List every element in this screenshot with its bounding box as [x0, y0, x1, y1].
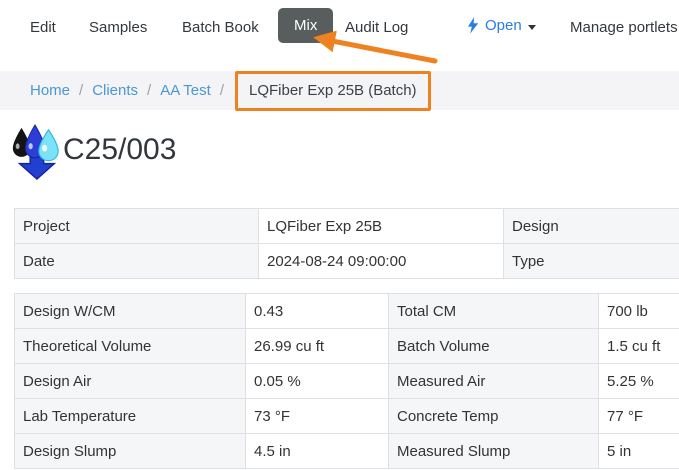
- measured-slump-value: 5 in: [599, 434, 679, 469]
- theoretical-volume-value: 26.99 cu ft: [246, 329, 389, 364]
- batch-info-table: Project LQFiber Exp 25B Design Date 2024…: [14, 208, 679, 279]
- nav-item-manage-portlets[interactable]: Manage portlets: [570, 19, 678, 36]
- concrete-temp-value: 77 °F: [599, 399, 679, 434]
- design-slump-value: 4.5 in: [246, 434, 389, 469]
- breadcrumb: Home / Clients / AA Test / LQFiber Exp 2…: [0, 71, 679, 110]
- breadcrumb-link-clients[interactable]: Clients: [92, 82, 138, 99]
- type-label: Type: [504, 244, 679, 279]
- concrete-temp-label: Concrete Temp: [389, 399, 599, 434]
- table-row: Project LQFiber Exp 25B Design: [15, 209, 679, 244]
- measured-slump-label: Measured Slump: [389, 434, 599, 469]
- caret-down-icon: [528, 25, 536, 30]
- design-label: Design: [504, 209, 679, 244]
- lab-temperature-value: 73 °F: [246, 399, 389, 434]
- project-label: Project: [15, 209, 259, 244]
- measured-air-label: Measured Air: [389, 364, 599, 399]
- nav-item-batch-book[interactable]: Batch Book: [182, 19, 259, 36]
- design-wcm-value: 0.43: [246, 294, 389, 329]
- breadcrumb-separator: /: [147, 82, 151, 99]
- annotation-box: LQFiber Exp 25B (Batch): [235, 71, 431, 111]
- breadcrumb-link-aa-test[interactable]: AA Test: [160, 82, 211, 99]
- date-value: 2024-08-24 09:00:00: [259, 244, 504, 279]
- batch-volume-value: 1.5 cu ft: [599, 329, 679, 364]
- design-air-value: 0.05 %: [246, 364, 389, 399]
- nav-item-mix-active[interactable]: Mix: [278, 8, 333, 43]
- droplets-logo: [8, 123, 62, 183]
- top-navigation: Edit Samples Batch Book Mix Audit Log Op…: [0, 0, 679, 62]
- project-value: LQFiber Exp 25B: [259, 209, 504, 244]
- breadcrumb-current: LQFiber Exp 25B (Batch): [249, 82, 417, 99]
- mix-measurements-table: Design W/CM 0.43 Total CM 700 lb Theoret…: [14, 293, 679, 469]
- nav-item-audit-log[interactable]: Audit Log: [345, 19, 408, 36]
- table-row: Theoretical Volume 26.99 cu ft Batch Vol…: [15, 329, 679, 364]
- mix-batch-page: { "nav": { "edit": "Edit", "samples": "S…: [0, 0, 679, 470]
- design-slump-label: Design Slump: [15, 434, 246, 469]
- breadcrumb-link-home[interactable]: Home: [30, 82, 70, 99]
- total-cm-value: 700 lb: [599, 294, 679, 329]
- table-row: Design Slump 4.5 in Measured Slump 5 in: [15, 434, 679, 469]
- breadcrumb-separator: /: [79, 82, 83, 99]
- open-dropdown[interactable]: Open: [467, 17, 536, 34]
- measured-air-value: 5.25 %: [599, 364, 679, 399]
- table-row: Design Air 0.05 % Measured Air 5.25 %: [15, 364, 679, 399]
- total-cm-label: Total CM: [389, 294, 599, 329]
- design-wcm-label: Design W/CM: [15, 294, 246, 329]
- lab-temperature-label: Lab Temperature: [15, 399, 246, 434]
- nav-item-samples[interactable]: Samples: [89, 19, 147, 36]
- design-air-label: Design Air: [15, 364, 246, 399]
- batch-volume-label: Batch Volume: [389, 329, 599, 364]
- nav-item-edit[interactable]: Edit: [30, 19, 56, 36]
- theoretical-volume-label: Theoretical Volume: [15, 329, 246, 364]
- table-row: Design W/CM 0.43 Total CM 700 lb: [15, 294, 679, 329]
- table-row: Date 2024-08-24 09:00:00 Type: [15, 244, 679, 279]
- lightning-bolt-icon: [467, 17, 479, 34]
- date-label: Date: [15, 244, 259, 279]
- open-dropdown-label: Open: [485, 17, 522, 34]
- page-title: C25/003: [63, 133, 176, 167]
- breadcrumb-separator: /: [220, 82, 224, 99]
- table-row: Lab Temperature 73 °F Concrete Temp 77 °…: [15, 399, 679, 434]
